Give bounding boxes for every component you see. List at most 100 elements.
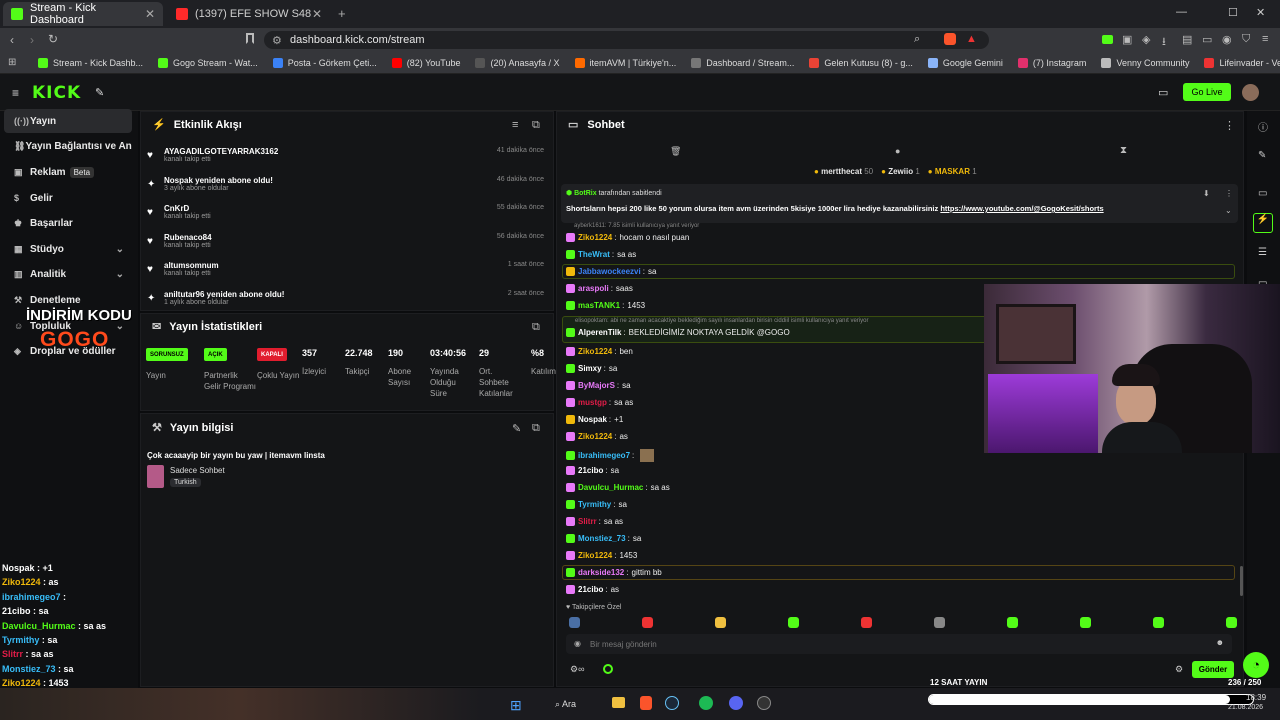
support-chat-icon[interactable]: ◔ [1243, 652, 1269, 678]
chat-message[interactable]: Ziko1224: as [566, 432, 628, 441]
chat-username[interactable]: Monstiez_73 [578, 534, 626, 543]
edit-icon[interactable]: ✎ [512, 422, 521, 435]
back-icon[interactable]: ‹ [10, 33, 14, 47]
avatar[interactable] [1242, 84, 1259, 101]
chat-username[interactable]: Slitrr [578, 517, 597, 526]
chat-username[interactable]: mustgp [578, 398, 607, 407]
emote-icon[interactable] [934, 617, 945, 628]
extensions-puzzle-icon[interactable]: ◈ [1142, 33, 1150, 46]
bookmark-item[interactable]: Gogo Stream - Wat... [158, 57, 258, 68]
emote-icon[interactable] [1153, 617, 1164, 628]
spotify-icon[interactable] [699, 696, 713, 710]
chat-message[interactable]: Davulcu_Hurmac: sa as [566, 483, 670, 492]
emote-icon[interactable] [569, 617, 580, 628]
kick-logo[interactable]: KICK [32, 83, 81, 103]
chat-message[interactable]: araspoli: saas [566, 284, 633, 293]
sidebar-icon[interactable]: ▤ [1182, 33, 1192, 46]
brave-rewards-icon[interactable]: ▲ [966, 33, 977, 45]
chat-username[interactable]: Ziko1224 [578, 347, 612, 356]
chat-message[interactable]: Ziko1224:1453 [566, 551, 637, 560]
chat-username[interactable]: 21cibo [578, 466, 603, 475]
site-settings-icon[interactable]: ⚙ [272, 34, 282, 47]
bookmark-item[interactable]: Stream - Kick Dashb... [38, 57, 143, 68]
chat-message[interactable]: darkside132: gittim bb [566, 568, 662, 577]
chat-username[interactable]: Davulcu_Hurmac [578, 483, 643, 492]
more-options-icon[interactable]: ⋮ [1224, 119, 1235, 132]
chat-message[interactable]: mustgp: sa as [566, 398, 633, 407]
go-live-button[interactable]: Go Live [1183, 83, 1231, 101]
bookmark-item[interactable]: (7) Instagram [1017, 57, 1086, 68]
chat-message[interactable]: Ziko1224: ben [566, 347, 633, 356]
event-item[interactable]: ♥ Rubenaco84 kanalı takip etti 56 dakika ön… [147, 233, 548, 259]
vpn-icon[interactable]: ◉ [1222, 33, 1232, 46]
pinned-more-icon[interactable]: ⋮ [1225, 189, 1233, 198]
layout-icon[interactable]: ▭ [1158, 86, 1168, 99]
bookmark-item[interactable]: Lifeinvader - VennyV [1204, 57, 1280, 68]
extension-icon[interactable]: ▣ [1122, 33, 1132, 46]
download-icon[interactable]: ⭳ [1162, 33, 1166, 52]
emote-icon[interactable] [1007, 617, 1018, 628]
chat-username[interactable]: Simxy [578, 364, 602, 373]
sidebar-item-yayin[interactable]: ((·)) Yayın [4, 109, 132, 133]
windows-start-icon[interactable]: ⊞ [510, 697, 522, 714]
chat-username[interactable]: Jabbawockeezvi [578, 267, 641, 276]
chat-message[interactable]: Slitrr: sa as [566, 517, 623, 526]
pinned-link[interactable]: https://www.youtube.com/@GogoKesit/short… [940, 204, 1103, 213]
taskbar-search[interactable]: ⌕ Ara [555, 699, 576, 710]
chat-message[interactable]: 21cibo: sa [566, 466, 619, 475]
bolt-icon[interactable]: ⚡ [1253, 213, 1273, 233]
chat-username[interactable]: Nospak [578, 415, 607, 424]
menu-icon[interactable]: ≡ [1262, 33, 1268, 45]
discord-icon[interactable] [729, 696, 743, 710]
pencil-icon[interactable]: ✎ [1258, 150, 1266, 161]
chat-message[interactable]: Monstiez_73: sa [566, 534, 641, 543]
chat-input[interactable]: ◉ Bir mesaj gönderin ☻ [566, 634, 1232, 654]
unpin-icon[interactable]: ⬇ [1203, 189, 1210, 198]
chat-message[interactable]: 21cibo: as [566, 585, 619, 594]
emote-icon[interactable] [788, 617, 799, 628]
send-button[interactable]: Gönder [1192, 661, 1234, 678]
chat-username[interactable]: Ziko1224 [578, 233, 612, 242]
bookmark-item[interactable]: (82) YouTube [391, 57, 460, 68]
hourglass-icon[interactable]: ⧗ [1120, 145, 1127, 156]
filter-icon[interactable]: ≡ [512, 119, 518, 131]
close-tab-icon[interactable]: ✕ [312, 7, 322, 21]
chat-username[interactable]: darkside132 [578, 568, 624, 577]
chat-tools-icon[interactable]: ⚙∞ [570, 664, 584, 675]
event-item[interactable]: ✦ Nospak yeniden abone oldu! 3 aylık abone… [147, 176, 548, 202]
chat-username[interactable]: 21cibo [578, 585, 603, 594]
tab-kick-dashboard[interactable]: Stream - Kick Dashboard ✕ [3, 2, 163, 26]
chat-message[interactable]: TheWrat: sa as [566, 250, 636, 259]
chat-settings-icon[interactable]: ⚙ [1175, 664, 1183, 675]
pin-icon[interactable]: ✎ [95, 86, 104, 99]
list-icon[interactable]: ☰ [1258, 247, 1267, 258]
category-thumbnail[interactable] [147, 465, 164, 488]
layout-icon[interactable]: ▭ [1258, 188, 1267, 199]
extension-icon[interactable] [1102, 35, 1113, 44]
chat-username[interactable]: araspoli [578, 284, 609, 293]
sidebar-item-basarilar[interactable]: ♚ Başarılar [4, 211, 132, 235]
close-tab-icon[interactable]: ✕ [145, 7, 155, 21]
url-bar[interactable]: ⚙ dashboard.kick.com/stream [264, 31, 989, 49]
leader-item[interactable]: ● mertthecat 50 [814, 167, 873, 176]
trash-icon[interactable]: 🗑 [670, 146, 681, 157]
steam-icon[interactable] [665, 696, 679, 710]
new-tab-icon[interactable]: + [338, 6, 346, 21]
hamburger-icon[interactable]: ≡ [12, 86, 19, 100]
bookmark-item[interactable]: Dashboard / Stream... [691, 57, 794, 68]
event-item[interactable]: ♥ AYAGADILGOTEYARRAK3162 kanalı takip etti… [147, 147, 548, 173]
chat-username[interactable]: Ziko1224 [578, 432, 612, 441]
chat-username[interactable]: masTANK1 [578, 301, 620, 310]
emote-icon[interactable] [715, 617, 726, 628]
emote-icon[interactable] [1080, 617, 1091, 628]
sidebar-item-stream-key[interactable]: ⛓Yayın Bağlantısı ve Anahtar [4, 134, 132, 158]
expand-icon[interactable]: ⌄ [1225, 206, 1232, 215]
chat-message[interactable]: Ziko1224: hocam o nasıl puan [566, 233, 689, 242]
event-item[interactable]: ♥ altumsomnum kanalı takip etti 1 saat önce [147, 261, 548, 287]
emote-icon[interactable] [642, 617, 653, 628]
bookmark-item[interactable]: Google Gemini [927, 57, 1003, 68]
leader-item[interactable]: ● Zewiio 1 [881, 167, 920, 176]
sidebar-item-studyo[interactable]: ▦ Stüdyo ⌄ [4, 237, 132, 261]
category-name[interactable]: Sadece Sohbet [170, 466, 225, 475]
chat-message[interactable]: AlperenTilk: BEKLEDİGİMİZ NOKTAYA GELDİK … [566, 328, 790, 337]
